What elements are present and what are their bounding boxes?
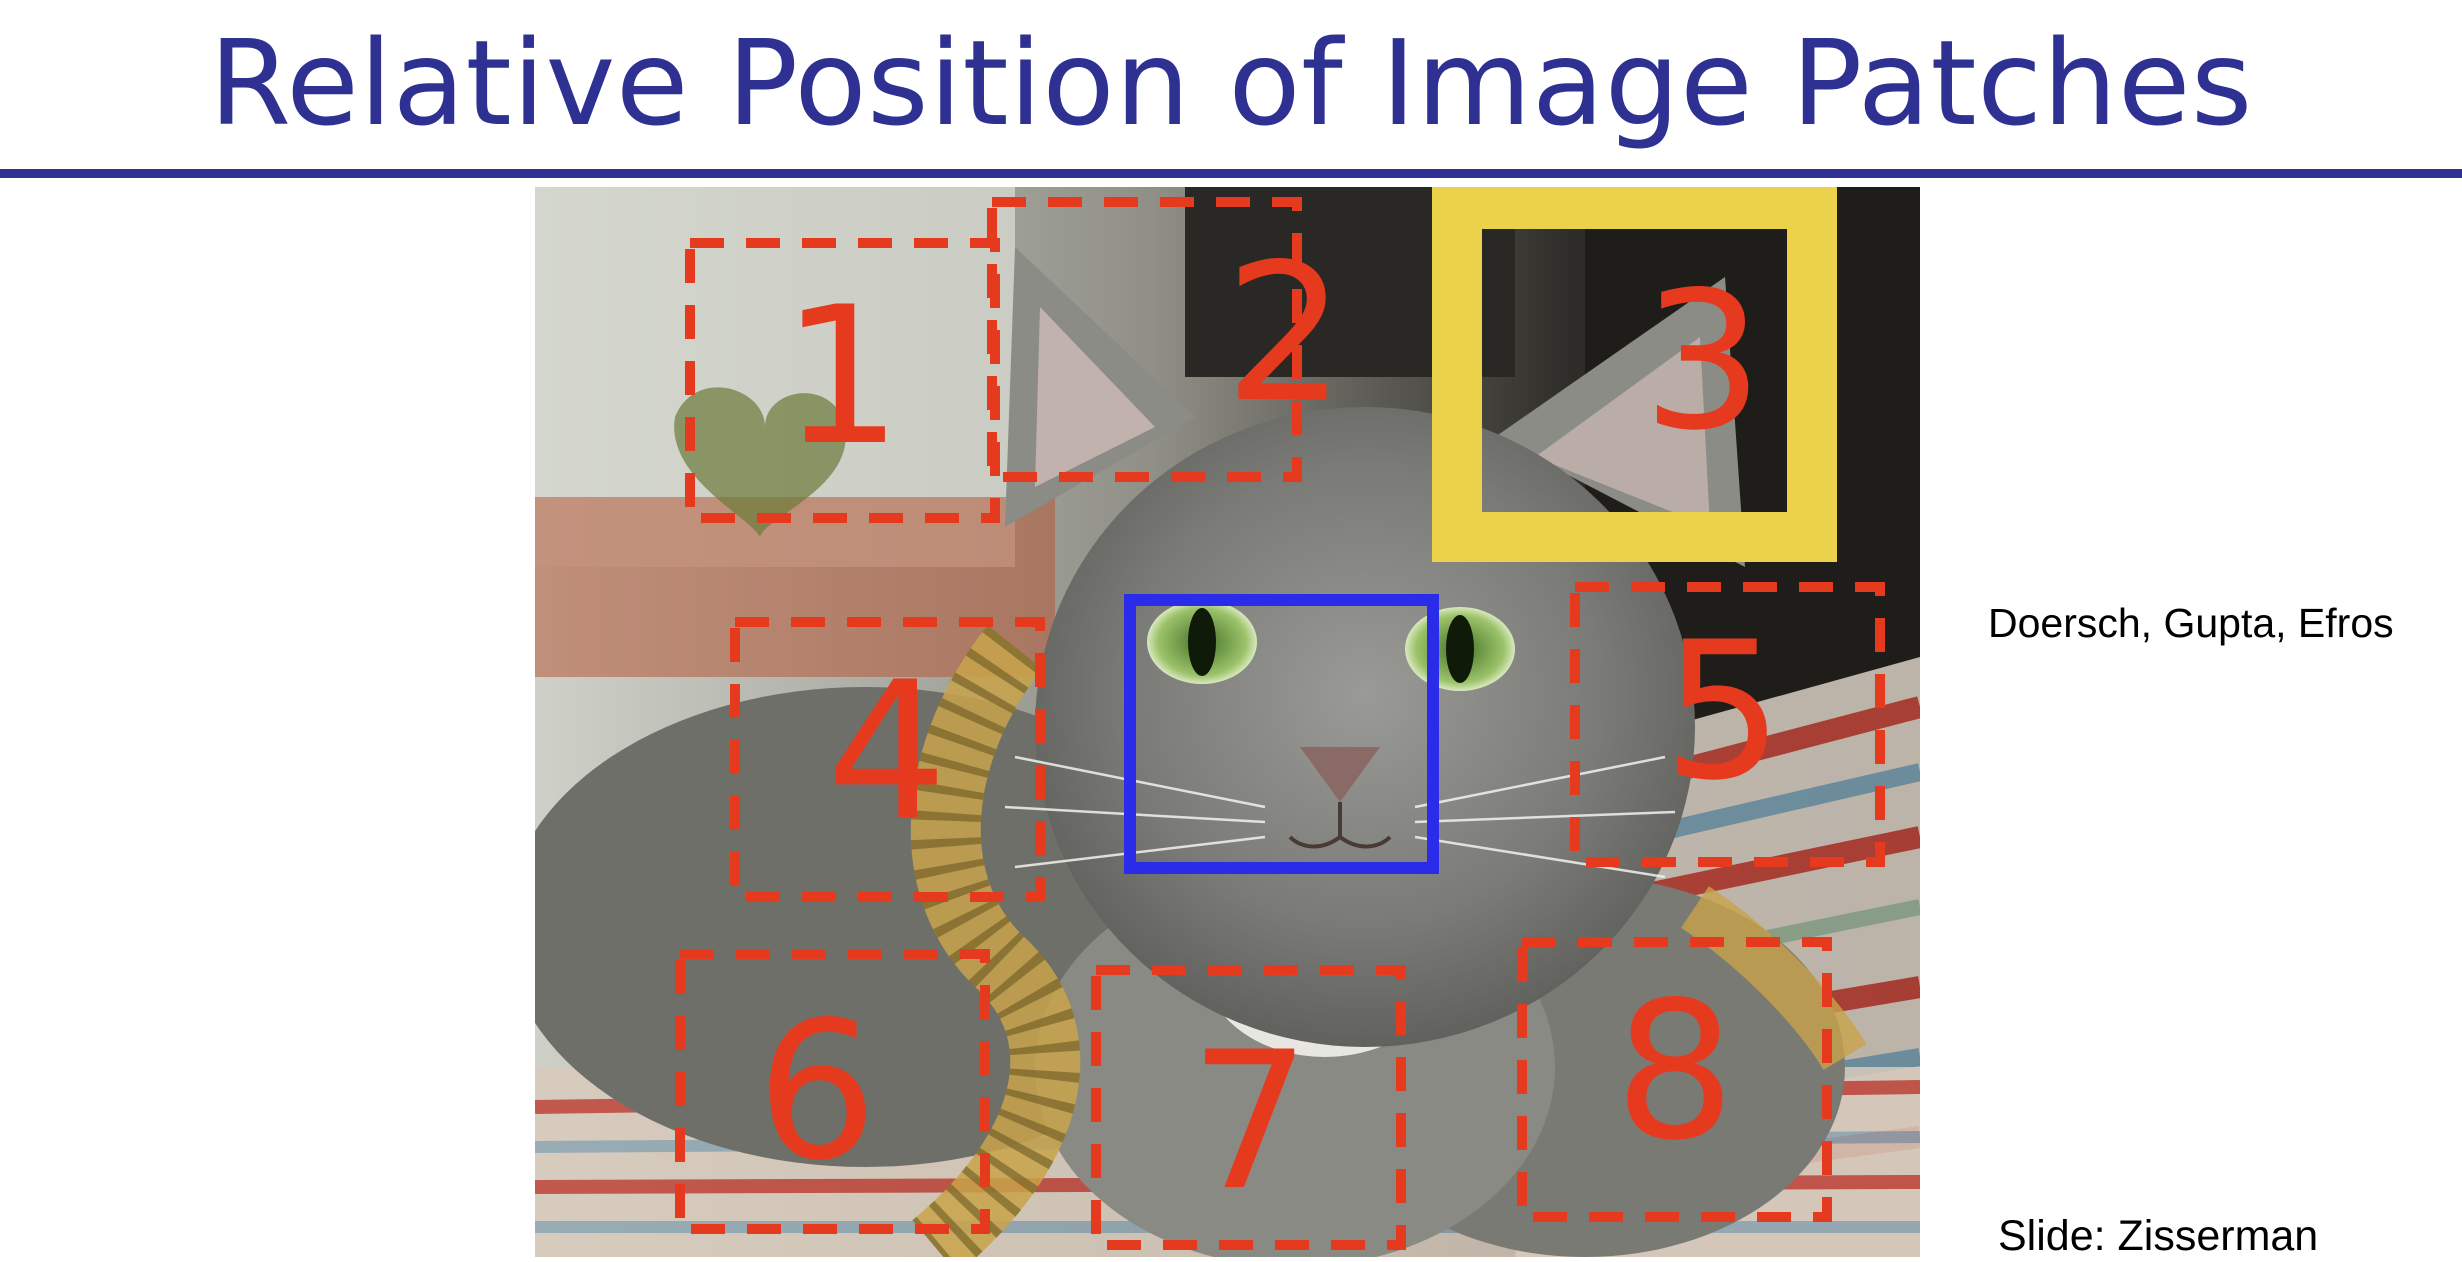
patch-label-2: 2 <box>1225 223 1346 444</box>
paper-citation: Doersch, Gupta, Efros <box>1988 600 2394 646</box>
title-divider <box>0 169 2462 178</box>
patch-label-8: 8 <box>1615 961 1736 1182</box>
slide-title: Relative Position of Image Patches <box>209 14 2253 152</box>
patch-label-1: 1 <box>782 266 903 487</box>
patch-label-3: 3 <box>1643 251 1764 472</box>
cat-photo-with-patches: 1 2 3 4 5 6 7 8 <box>535 187 1920 1257</box>
patch-label-6: 6 <box>757 981 878 1202</box>
cat-photo-illustration: 1 2 3 4 5 6 7 8 <box>535 187 1920 1257</box>
patch-label-5: 5 <box>1663 601 1784 822</box>
patch-label-7: 7 <box>1190 1011 1311 1232</box>
slide-credit: Slide: Zisserman <box>1998 1212 2319 1260</box>
patch-label-4: 4 <box>827 641 948 862</box>
